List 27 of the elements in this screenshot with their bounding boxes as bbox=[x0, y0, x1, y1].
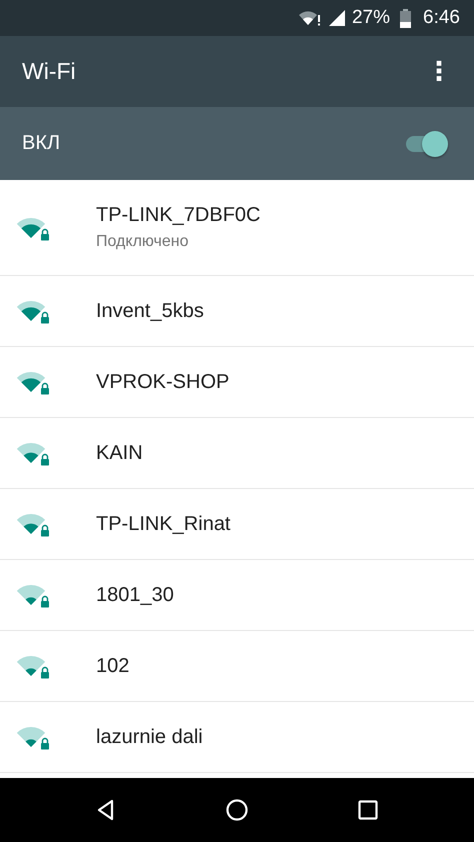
network-name: Invent_5kbs bbox=[96, 300, 204, 322]
network-item[interactable]: VPROK-SHOP bbox=[0, 347, 474, 418]
switch-label: ВКЛ bbox=[22, 132, 60, 155]
network-item[interactable]: TP-LINK_7DBF0C Подключено bbox=[0, 180, 474, 276]
battery-percent: 27% bbox=[352, 7, 390, 29]
network-name: 102 bbox=[96, 654, 130, 678]
clock: 6:46 bbox=[423, 7, 460, 29]
network-name: TP-LINK_Rinat bbox=[96, 512, 230, 536]
network-item[interactable]: lazurnie dali bbox=[0, 702, 474, 773]
network-item[interactable]: Invent_5kbs bbox=[0, 276, 474, 347]
signal-icon bbox=[328, 9, 346, 27]
network-item[interactable]: KAIN bbox=[0, 418, 474, 489]
network-item[interactable]: 102 bbox=[0, 631, 474, 702]
network-name: 1801_30 bbox=[96, 584, 174, 606]
recents-icon[interactable] bbox=[356, 798, 380, 822]
network-item[interactable]: TP-LINK_Rinat bbox=[0, 489, 474, 560]
menu-button[interactable]: ⋮ bbox=[418, 52, 460, 90]
network-name: KAIN bbox=[96, 442, 143, 464]
network-name: VPROK-SHOP bbox=[96, 370, 230, 394]
network-name: lazurnie dali bbox=[96, 726, 203, 748]
network-item[interactable]: 1801_30 bbox=[0, 560, 474, 631]
wifi-icon bbox=[298, 9, 322, 27]
home-icon[interactable] bbox=[224, 798, 249, 822]
network-name: TP-LINK_7DBF0C bbox=[96, 204, 260, 227]
battery-icon bbox=[400, 8, 412, 28]
connection-status: Подключено bbox=[96, 233, 190, 251]
screen-title: Wi-Fi bbox=[22, 58, 76, 85]
